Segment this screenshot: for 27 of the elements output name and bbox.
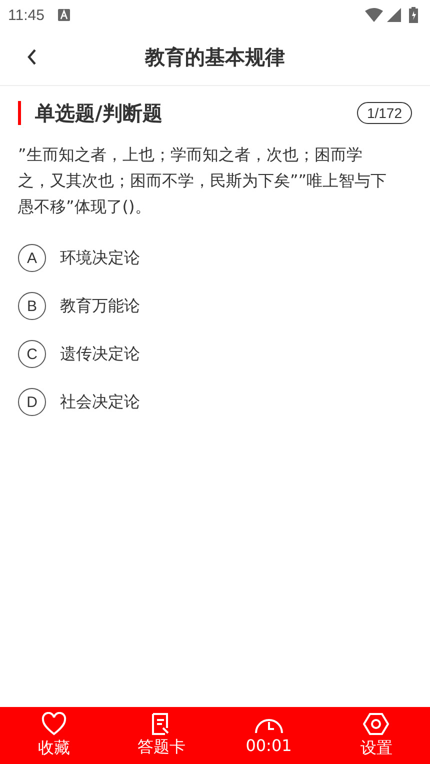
option-letter[interactable]: D	[18, 388, 46, 416]
question-text: ”生而知之者，上也；学而知之者，次也；困而学之，又其次也；困而不学，民斯为下矣””唯上智与下愚不移”体现了()。	[18, 144, 388, 218]
bottom-tab[interactable]: 00:01	[215, 707, 322, 764]
accent-bar	[18, 101, 21, 125]
bottom-tab[interactable]: 答题卡	[108, 707, 215, 764]
signal-icon	[387, 8, 401, 22]
option-text[interactable]: 环境决定论	[60, 248, 140, 268]
page-title: 教育的基本规律	[145, 44, 285, 71]
question-counter: 1/172	[356, 102, 412, 124]
answer-sheet-icon	[151, 713, 172, 735]
option-letter[interactable]: C	[18, 340, 46, 368]
bottom-tab[interactable]: 设置	[322, 707, 430, 764]
option-text[interactable]: 教育万能论	[60, 296, 140, 316]
clock-icon	[254, 716, 284, 734]
settings-icon	[363, 712, 390, 736]
option-letter[interactable]: A	[18, 244, 46, 272]
option-text[interactable]: 遗传决定论	[60, 344, 140, 364]
wifi-icon	[365, 8, 383, 22]
status-time: 11:45	[8, 6, 44, 24]
back-icon	[27, 49, 37, 65]
notification-icon	[58, 9, 70, 21]
option-letter[interactable]: B	[18, 292, 46, 320]
heart-icon	[40, 712, 67, 736]
bottom-tab[interactable]: 收藏	[0, 707, 108, 764]
battery-icon	[409, 7, 418, 23]
question-type-title: 单选题/判断题	[35, 100, 164, 126]
option-text[interactable]: 社会决定论	[60, 392, 140, 412]
